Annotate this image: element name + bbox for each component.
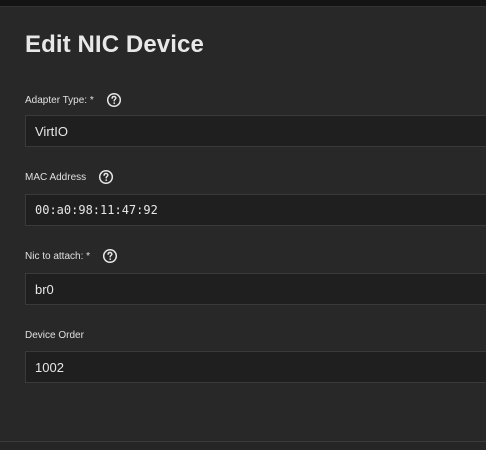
help-circle-icon[interactable] — [106, 92, 122, 108]
mac-address-label-row: MAC Address — [25, 168, 114, 186]
mac-address-label: MAC Address — [25, 171, 87, 183]
adapter-type-select[interactable]: VirtIO — [25, 115, 486, 147]
help-circle-icon[interactable] — [98, 169, 114, 185]
nic-attach-label: Nic to attach: * — [25, 250, 91, 262]
nic-attach-select[interactable]: br0 — [25, 273, 486, 305]
adapter-type-label-row: Adapter Type: * — [25, 91, 122, 109]
device-order-input[interactable]: 1002 — [25, 351, 486, 383]
dialog-title: Edit NIC Device — [25, 31, 204, 58]
edit-nic-dialog: Edit NIC Device Adapter Type: * VirtIO M… — [0, 6, 486, 441]
mac-address-input[interactable]: 00:a0:98:11:47:92 — [25, 194, 486, 226]
help-circle-icon[interactable] — [102, 248, 118, 264]
nic-attach-label-row: Nic to attach: * — [25, 247, 118, 265]
device-order-label-row: Device Order — [25, 326, 84, 344]
device-order-label: Device Order — [25, 329, 84, 341]
adapter-type-label: Adapter Type: * — [25, 94, 94, 106]
